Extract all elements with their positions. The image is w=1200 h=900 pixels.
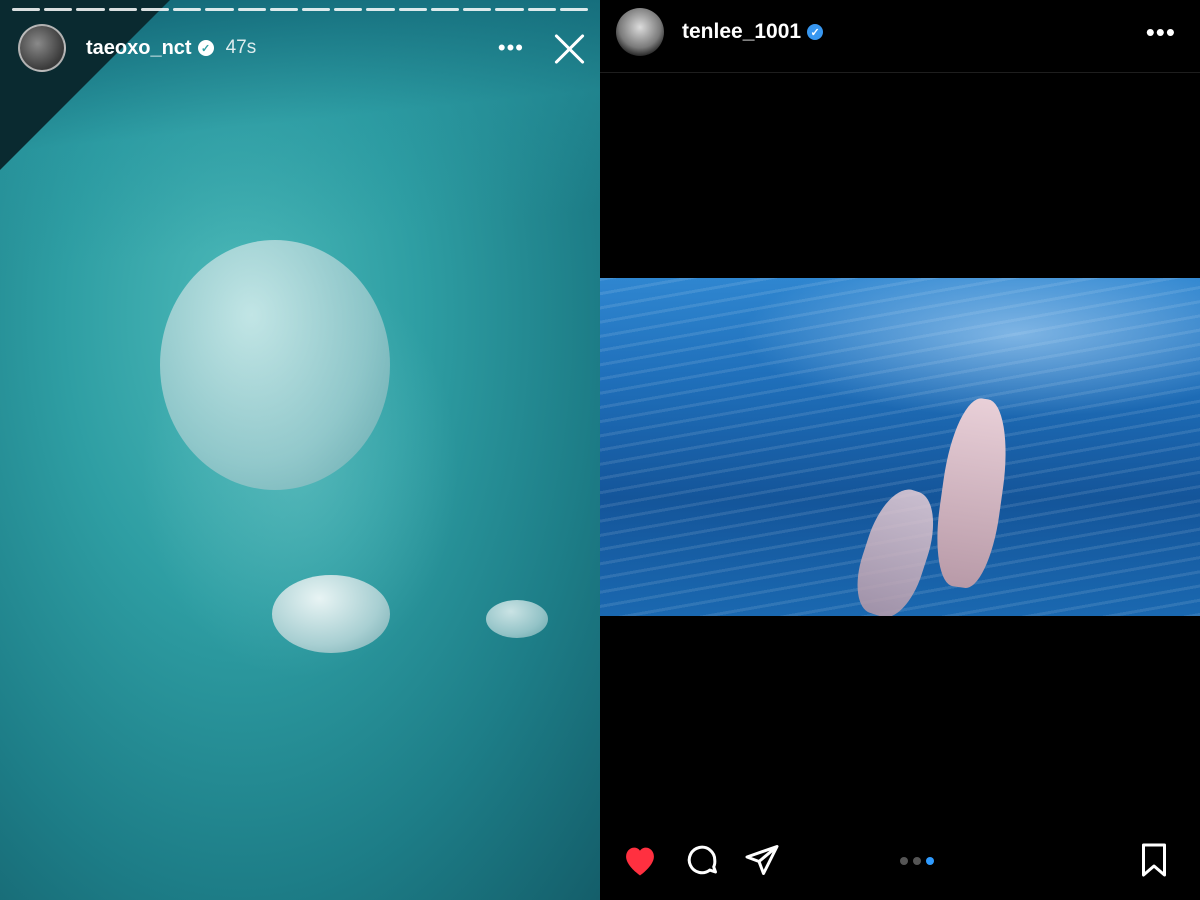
- story-progress-segment: [108, 8, 137, 11]
- story-progress-segment: [527, 8, 556, 11]
- story-progress-segment: [44, 8, 73, 11]
- story-progress-segment: [366, 8, 395, 11]
- comment-icon[interactable]: [682, 840, 722, 880]
- share-icon[interactable]: [742, 840, 782, 880]
- post-username[interactable]: tenlee_1001: [682, 20, 801, 44]
- ocean-foam: [740, 278, 1200, 418]
- story-progress-segment: [76, 8, 105, 11]
- story-timestamp: 47s: [225, 37, 257, 58]
- more-horizontal-icon[interactable]: •••: [498, 37, 524, 59]
- story-progress-segment: [237, 8, 266, 11]
- verified-badge-icon: ✓: [807, 24, 824, 40]
- header-divider: [600, 72, 1200, 73]
- story-progress-segment: [140, 8, 170, 11]
- story-header: taeoxo_nct ✓ 47s •••: [18, 22, 586, 74]
- post-action-bar: [620, 840, 1174, 880]
- story-progress-segment: [398, 8, 427, 11]
- beluga-large: [160, 240, 390, 490]
- dolphin-front: [929, 394, 1015, 592]
- story-progress-segment: [12, 8, 41, 11]
- beluga-center: [272, 575, 390, 653]
- story-progress-segment: [301, 8, 331, 11]
- verified-badge-icon: ✓: [197, 40, 214, 56]
- story-username[interactable]: taeoxo_nct: [86, 37, 192, 60]
- carousel-dot: [913, 857, 921, 865]
- story-progress-segment: [495, 8, 524, 11]
- story-progress-segment: [205, 8, 234, 11]
- story-viewer: taeoxo_nct ✓ 47s •••: [0, 0, 600, 900]
- bookmark-icon[interactable]: [1134, 840, 1174, 880]
- story-progress-segment: [430, 8, 460, 11]
- close-icon[interactable]: [552, 31, 586, 65]
- dolphin-back: [846, 481, 946, 616]
- post-header: tenlee_1001 ✓ •••: [616, 8, 1184, 56]
- carousel-dot: [900, 857, 908, 865]
- more-horizontal-icon[interactable]: •••: [1146, 19, 1176, 45]
- story-progress-bar: [12, 8, 588, 11]
- post-avatar[interactable]: [616, 8, 664, 56]
- story-progress-segment: [173, 8, 202, 11]
- carousel-dot: [926, 857, 934, 865]
- story-progress-segment: [559, 8, 588, 11]
- post-media-video[interactable]: [600, 278, 1200, 616]
- story-progress-segment: [463, 8, 492, 11]
- story-avatar[interactable]: [18, 24, 66, 72]
- post-viewer: tenlee_1001 ✓ •••: [600, 0, 1200, 900]
- beluga-right: [486, 600, 548, 638]
- heart-icon[interactable]: [620, 840, 660, 880]
- carousel-indicator: [900, 857, 934, 865]
- story-progress-segment: [334, 8, 363, 11]
- story-progress-segment: [269, 8, 298, 11]
